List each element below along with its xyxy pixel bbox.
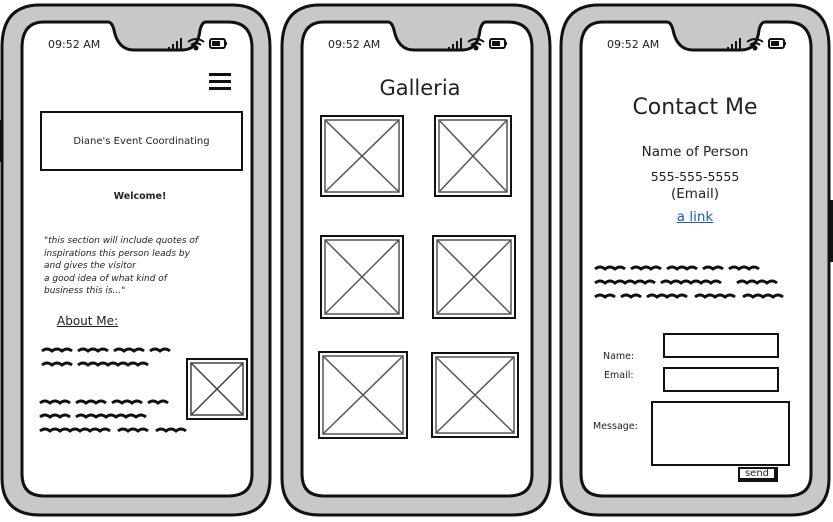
image-placeholder-icon — [186, 358, 248, 420]
contact-name: Name of Person — [641, 144, 749, 160]
status-time: 09:52 AM — [607, 38, 660, 51]
email-field[interactable] — [663, 367, 779, 392]
battery-icon — [768, 38, 786, 49]
scribble-text — [41, 347, 171, 367]
status-time: 09:52 AM — [48, 38, 101, 51]
phone-screen: 09:52 AM Contact Me Name of Person 555-5… — [583, 24, 807, 494]
signal-icon — [448, 38, 462, 50]
contact-email: (Email) — [671, 186, 719, 202]
wifi-icon — [187, 38, 205, 51]
status-bar: 09:52 AM — [304, 38, 528, 52]
phone-screen: 09:52 AM Diane's Event Coordinating Welc… — [24, 24, 248, 494]
phone-gallery: 09:52 AM Galleria — [280, 2, 552, 518]
scribble-text — [594, 265, 784, 299]
status-bar: 09:52 AM — [24, 38, 248, 52]
contact-link[interactable]: a link — [583, 209, 807, 225]
send-button[interactable]: send — [738, 467, 778, 482]
message-field[interactable] — [651, 401, 790, 466]
phone-screen: 09:52 AM Galleria — [304, 24, 528, 494]
phone-home: 09:52 AM Diane's Event Coordinating Welc… — [0, 2, 272, 518]
quote-line: "this section will include quotes of — [44, 236, 199, 246]
wifi-icon — [746, 38, 764, 51]
page-title: Contact Me — [632, 95, 758, 120]
quote-line: business this is..." — [44, 286, 126, 296]
image-placeholder-icon[interactable] — [432, 235, 516, 319]
status-time: 09:52 AM — [328, 38, 381, 51]
image-placeholder-icon[interactable] — [434, 115, 512, 197]
signal-icon — [168, 38, 182, 50]
message-label: Message: — [593, 421, 638, 432]
wifi-icon — [467, 38, 485, 51]
welcome-text: Welcome! — [113, 191, 167, 202]
about-heading: About Me: — [57, 314, 119, 328]
menu-icon[interactable] — [209, 72, 233, 92]
signal-icon — [727, 38, 741, 50]
email-label: Email: — [604, 370, 634, 381]
image-placeholder-icon[interactable] — [318, 351, 408, 439]
quote-line: inspirations this person leads by — [44, 248, 190, 259]
quote-line: a good idea of what kind of — [44, 273, 167, 284]
phone-contact: 09:52 AM Contact Me Name of Person 555-5… — [559, 2, 833, 518]
quote-block: "this section will include quotes of ins… — [44, 235, 244, 298]
quote-line: and gives the visitor — [44, 261, 136, 271]
brand-box: Diane's Event Coordinating — [40, 111, 243, 171]
status-bar: 09:52 AM — [583, 38, 807, 52]
image-placeholder-icon[interactable] — [320, 115, 404, 197]
image-placeholder-icon[interactable] — [431, 352, 519, 438]
brand-name: Diane's Event Coordinating — [73, 135, 210, 147]
scribble-text — [39, 399, 187, 433]
image-placeholder-icon[interactable] — [320, 235, 404, 319]
name-label: Name: — [603, 351, 635, 362]
contact-phone: 555-555-5555 — [650, 169, 740, 184]
page-title: Galleria — [379, 76, 461, 100]
battery-icon — [209, 38, 227, 49]
battery-icon — [489, 38, 507, 49]
name-field[interactable] — [663, 333, 779, 358]
